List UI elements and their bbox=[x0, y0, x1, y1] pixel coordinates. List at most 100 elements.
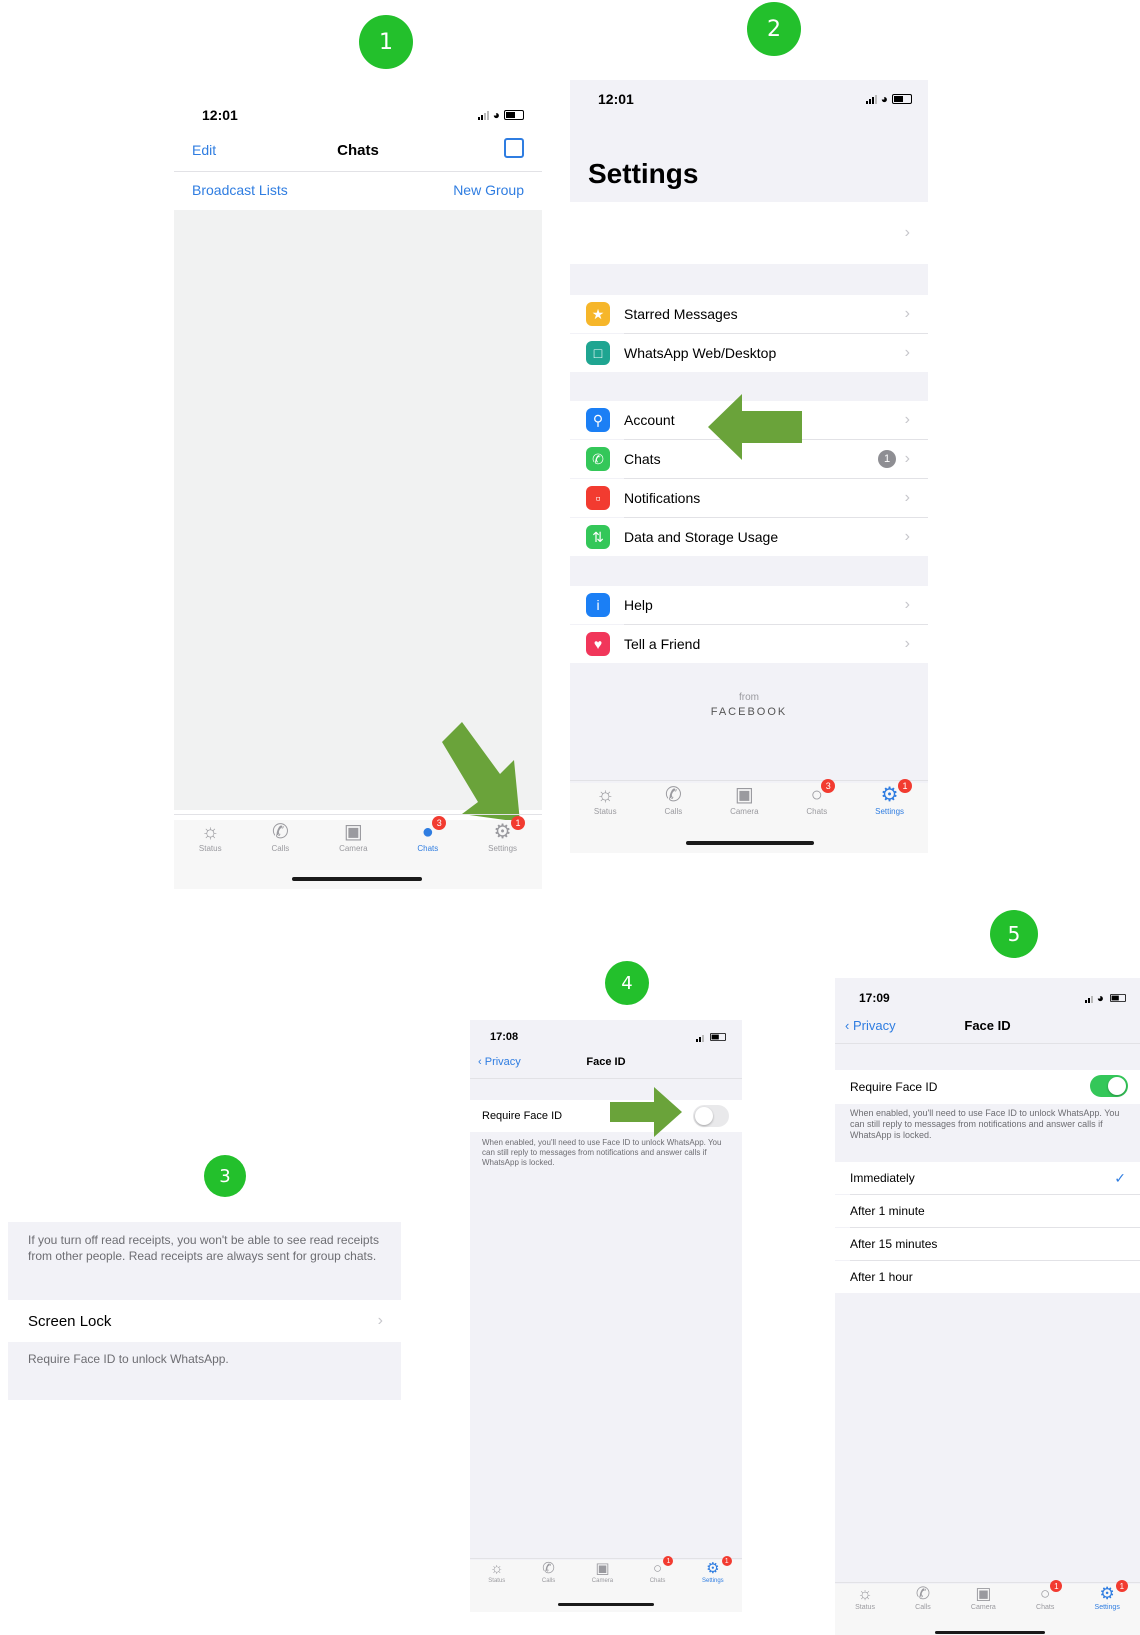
tab-calls[interactable]: ✆ Calls bbox=[915, 1584, 931, 1611]
home-indicator bbox=[292, 877, 422, 881]
status-icon: ☼ bbox=[489, 1560, 504, 1577]
settings-item-tell-friend[interactable]: ♥ Tell a Friend › bbox=[570, 625, 928, 663]
tab-camera[interactable]: ▣ Camera bbox=[339, 820, 367, 853]
status-bar: 17:09 ◕ bbox=[835, 990, 1140, 1006]
tab-chats[interactable]: ○ Chats 1 bbox=[1036, 1580, 1063, 1611]
settings-icon: ⚙ bbox=[1099, 1584, 1115, 1603]
wifi-icon: ◕ bbox=[492, 108, 500, 122]
page-title: Chats bbox=[337, 142, 379, 159]
status-icons: ◕ bbox=[1084, 991, 1128, 1005]
status-icon: ☼ bbox=[596, 784, 615, 806]
require-face-id-toggle[interactable] bbox=[1090, 1075, 1128, 1097]
laptop-icon: □ bbox=[586, 341, 610, 365]
step-4-badge: 4 bbox=[605, 961, 649, 1005]
battery-icon bbox=[1110, 994, 1126, 1002]
tab-settings[interactable]: ⚙ Settings 1 bbox=[488, 816, 526, 853]
home-indicator bbox=[935, 1631, 1045, 1634]
new-group-link[interactable]: New Group bbox=[453, 182, 524, 198]
facebook-label: FACEBOOK bbox=[710, 706, 788, 718]
tab-camera[interactable]: ▣ Camera bbox=[592, 1560, 613, 1584]
calls-icon: ✆ bbox=[542, 1560, 555, 1577]
screen-faceid-on: 17:09 ◕ ‹ Privacy Face ID Require Face I… bbox=[835, 978, 1140, 1635]
camera-icon: ▣ bbox=[343, 821, 363, 843]
tab-settings[interactable]: ⚙ Settings 1 bbox=[875, 779, 913, 816]
tab-camera[interactable]: ▣ Camera bbox=[971, 1584, 996, 1611]
require-face-id-toggle[interactable] bbox=[693, 1105, 729, 1127]
battery-icon bbox=[504, 110, 524, 120]
tab-status[interactable]: ☼ Status bbox=[488, 1560, 505, 1584]
status-bar: 12:01 ◕ bbox=[174, 106, 542, 124]
settings-icon: ⚙ bbox=[493, 821, 512, 843]
arrow-to-toggle-icon bbox=[610, 1087, 682, 1137]
star-icon: ★ bbox=[586, 302, 610, 326]
chat-list-blurred bbox=[174, 210, 542, 810]
tab-chats[interactable]: ○ Chats 3 bbox=[806, 779, 836, 816]
tab-status[interactable]: ☼ Status bbox=[199, 820, 222, 853]
home-indicator bbox=[686, 841, 814, 845]
status-time: 12:01 bbox=[598, 91, 634, 107]
notification-icon: ▫ bbox=[586, 486, 610, 510]
tab-chats[interactable]: ○ Chats 1 bbox=[650, 1556, 674, 1584]
status-bar: 17:08 bbox=[470, 1029, 742, 1045]
option-after-1-hour[interactable]: After 1 hour bbox=[835, 1261, 1140, 1293]
settings-icon: ⚙ bbox=[880, 784, 899, 806]
tab-status[interactable]: ☼ Status bbox=[594, 783, 617, 816]
chats-icon: ○ bbox=[653, 1560, 663, 1577]
screen-faceid-off: 17:08 ‹ Privacy Face ID Require Face ID … bbox=[470, 1020, 742, 1612]
screen-lock-description: Require Face ID to unlock WhatsApp. bbox=[28, 1352, 229, 1366]
read-receipts-note: If you turn off read receipts, you won't… bbox=[28, 1233, 379, 1263]
tab-camera[interactable]: ▣ Camera bbox=[730, 783, 758, 816]
option-immediately[interactable]: Immediately ✓ bbox=[835, 1162, 1140, 1194]
page-title: Face ID bbox=[964, 1018, 1011, 1033]
whatsapp-icon: ✆ bbox=[586, 447, 610, 471]
status-time: 17:08 bbox=[490, 1031, 519, 1043]
tab-settings[interactable]: ⚙ Settings 1 bbox=[702, 1556, 732, 1584]
step-2-badge: 2 bbox=[747, 2, 801, 56]
calls-icon: ✆ bbox=[271, 821, 289, 843]
status-icon: ☼ bbox=[201, 821, 220, 843]
from-label: from bbox=[739, 692, 759, 703]
page-title: Settings bbox=[588, 158, 699, 189]
signal-icon bbox=[696, 1032, 704, 1042]
broadcast-lists-link[interactable]: Broadcast Lists bbox=[192, 182, 288, 198]
compose-icon[interactable] bbox=[504, 138, 524, 158]
chats-badge: 3 bbox=[432, 816, 447, 830]
step-1-badge: 1 bbox=[359, 15, 413, 69]
status-icon: ☼ bbox=[857, 1584, 873, 1603]
chats-badge: 1 bbox=[663, 1556, 674, 1566]
settings-badge: 1 bbox=[721, 1556, 732, 1566]
chats-badge: 3 bbox=[821, 779, 836, 793]
status-time: 17:09 bbox=[859, 991, 890, 1005]
settings-item-help[interactable]: i Help › bbox=[570, 586, 928, 624]
screen-settings: 12:01 ◕ Settings › ★ Starred Messages › □… bbox=[570, 80, 928, 853]
camera-icon: ▣ bbox=[734, 784, 754, 806]
face-id-description: When enabled, you'll need to use Face ID… bbox=[850, 1108, 1120, 1140]
screen-lock-row[interactable]: Screen Lock › bbox=[8, 1300, 401, 1342]
settings-item-starred[interactable]: ★ Starred Messages › bbox=[570, 295, 928, 333]
step-3-badge: 3 bbox=[204, 1155, 246, 1197]
tab-settings[interactable]: ⚙ Settings 1 bbox=[1095, 1580, 1128, 1611]
option-after-15-minutes[interactable]: After 15 minutes bbox=[835, 1228, 1140, 1260]
screen-chats: 12:01 ◕ Edit Chats Broadcast Lists New G… bbox=[174, 92, 542, 889]
home-indicator bbox=[558, 1603, 654, 1606]
battery-icon bbox=[710, 1033, 726, 1041]
battery-icon bbox=[892, 94, 912, 104]
tab-calls[interactable]: ✆ Calls bbox=[542, 1560, 555, 1584]
tab-calls[interactable]: ✆ Calls bbox=[664, 783, 682, 816]
settings-badge: 1 bbox=[511, 816, 526, 830]
status-icons bbox=[696, 1032, 728, 1042]
tab-chats[interactable]: ● Chats 3 bbox=[417, 816, 447, 853]
status-bar: 12:01 ◕ bbox=[570, 90, 928, 108]
option-after-1-minute[interactable]: After 1 minute bbox=[835, 1195, 1140, 1227]
signal-icon bbox=[477, 110, 489, 120]
tab-status[interactable]: ☼ Status bbox=[855, 1584, 875, 1611]
chats-icon: ○ bbox=[1040, 1584, 1051, 1603]
profile-row[interactable]: › bbox=[570, 202, 928, 264]
settings-item-data[interactable]: ⇅ Data and Storage Usage › bbox=[570, 518, 928, 556]
camera-icon: ▣ bbox=[975, 1584, 992, 1603]
arrow-to-account-icon bbox=[708, 394, 802, 460]
settings-item-web[interactable]: □ WhatsApp Web/Desktop › bbox=[570, 334, 928, 372]
settings-icon: ⚙ bbox=[706, 1560, 720, 1577]
settings-item-notifications[interactable]: ▫ Notifications › bbox=[570, 479, 928, 517]
tab-calls[interactable]: ✆ Calls bbox=[271, 820, 289, 853]
